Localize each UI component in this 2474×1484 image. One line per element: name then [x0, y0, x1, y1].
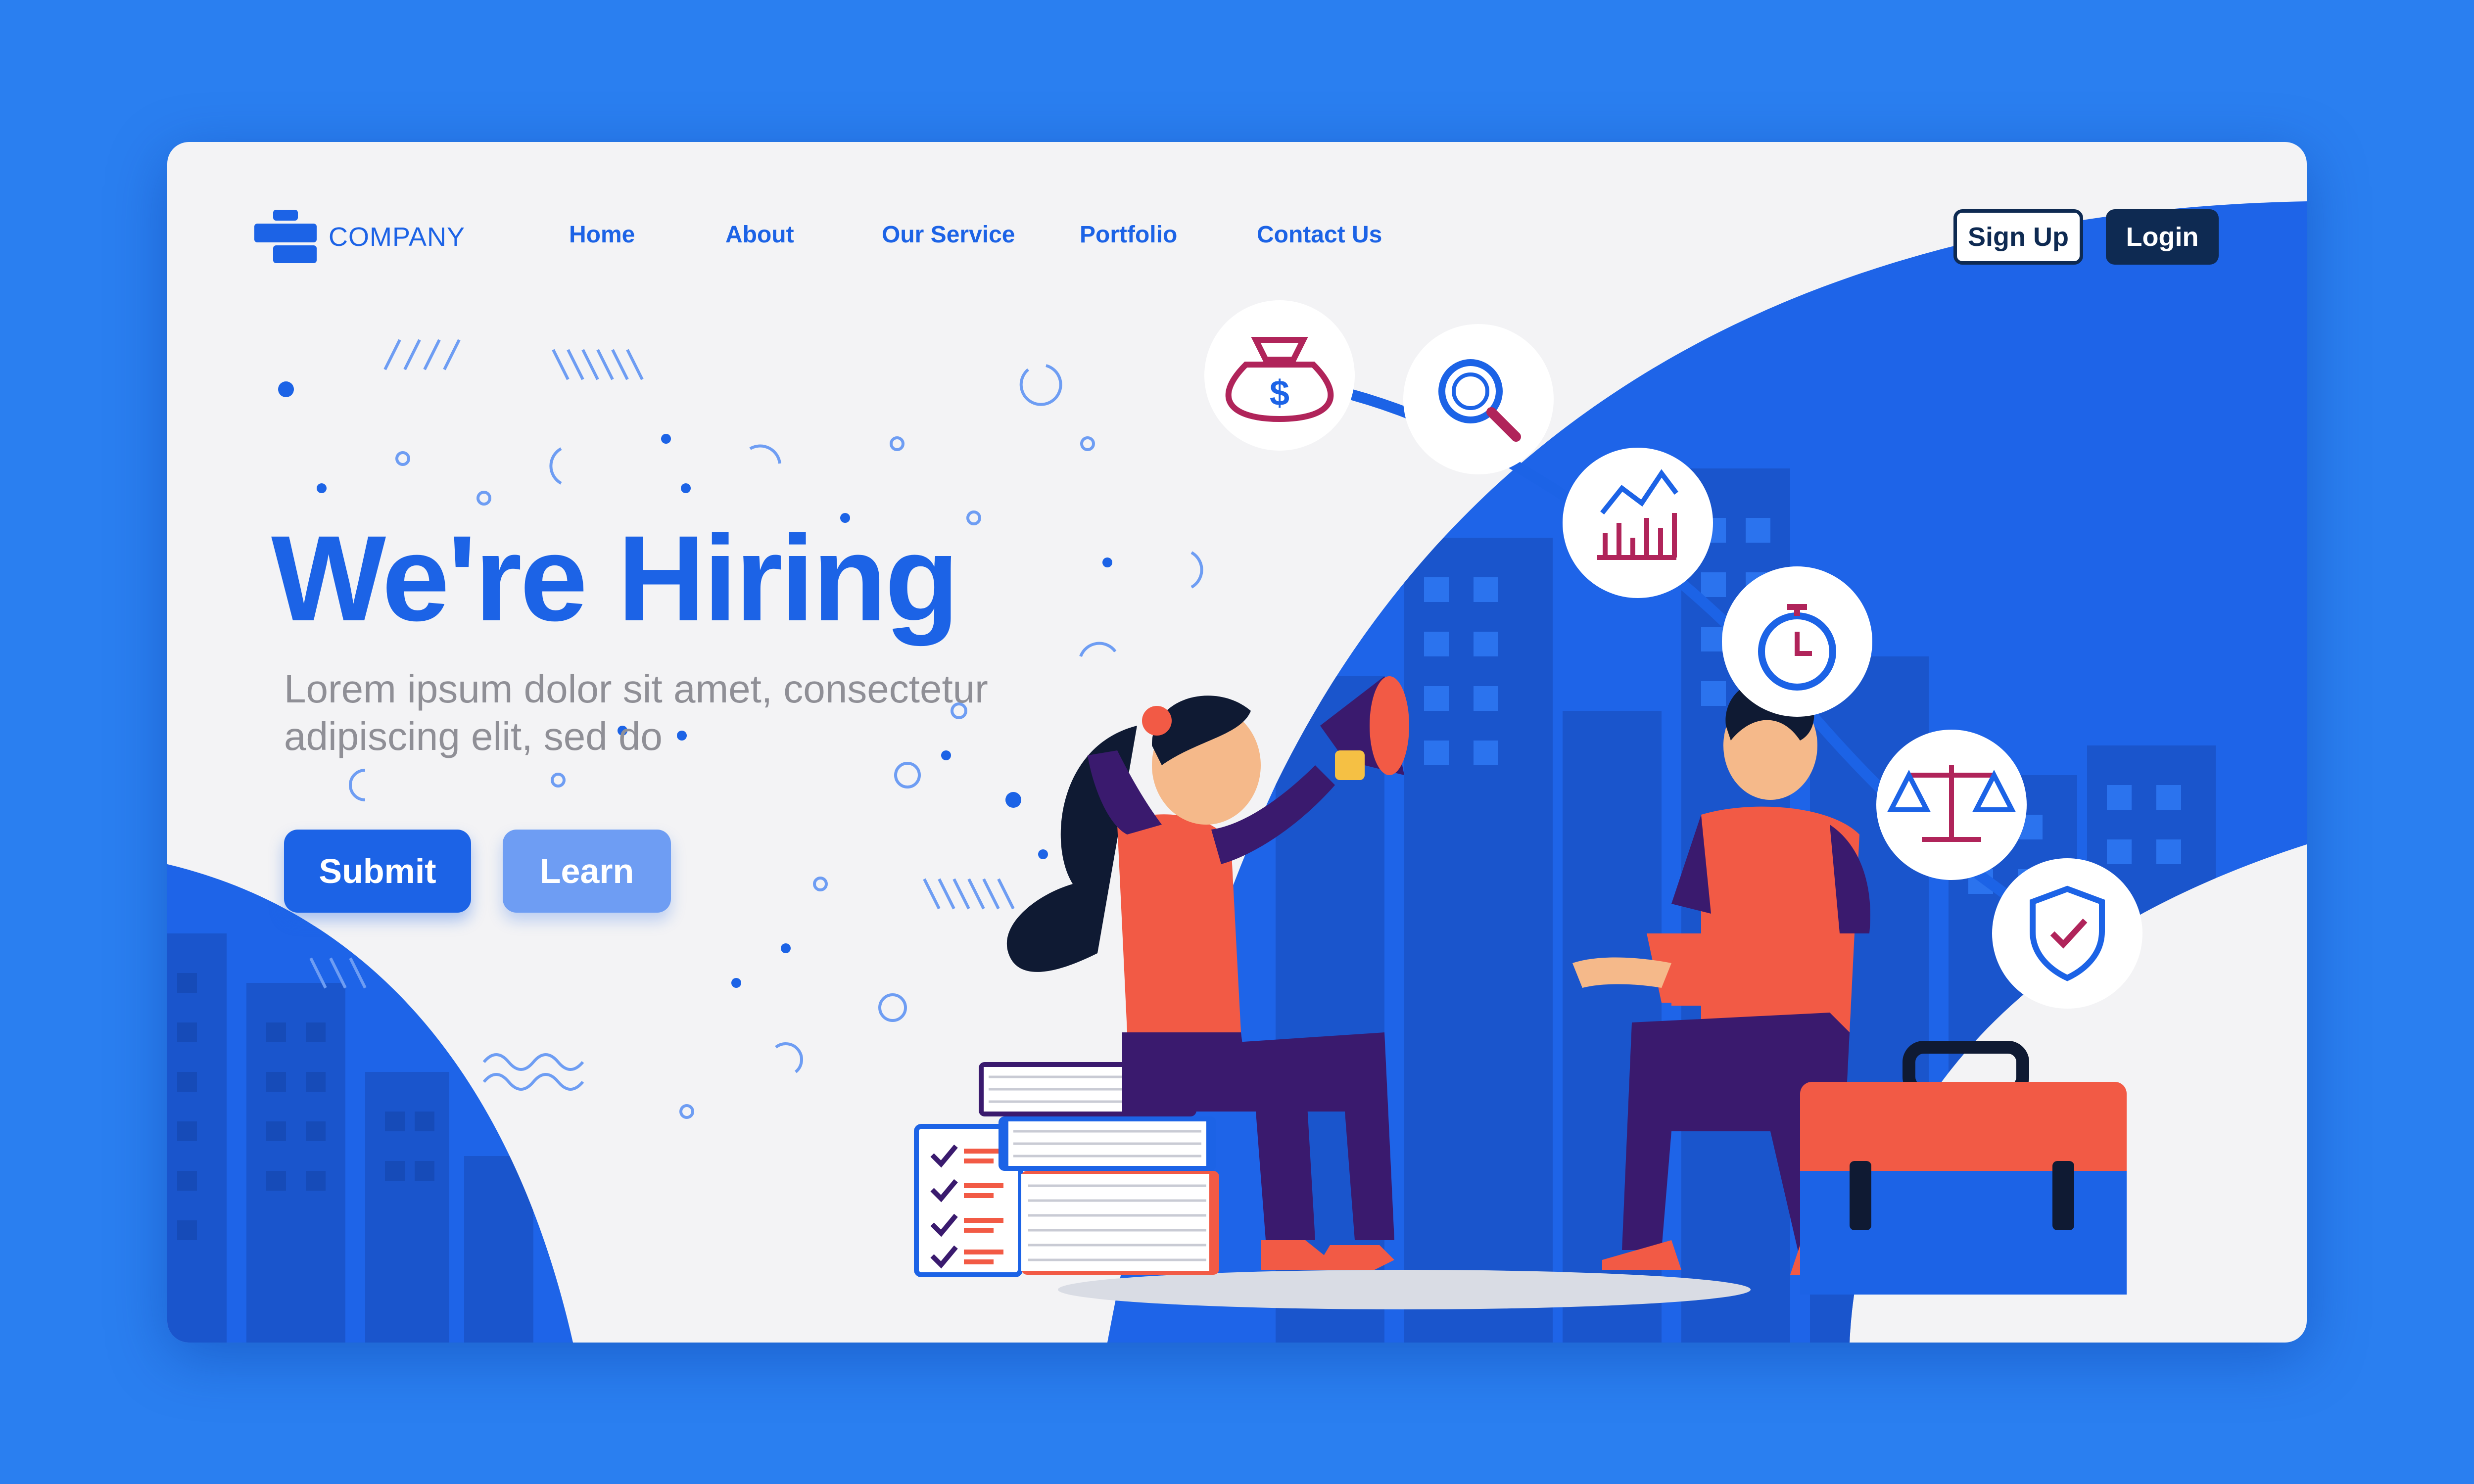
nav-link-about[interactable]: About	[725, 221, 794, 248]
money-bag-icon: $	[1204, 300, 1355, 451]
svg-text:$: $	[1270, 373, 1289, 413]
shield-check-icon	[1992, 858, 2142, 1009]
briefcase-icon	[1800, 1041, 2127, 1295]
company-name: COMPANY	[329, 222, 466, 252]
stopwatch-icon	[1722, 566, 1872, 717]
hero-title: We're Hiring	[271, 510, 959, 647]
hero-subtitle: Lorem ipsum dolor sit amet, consectetur …	[284, 667, 988, 758]
nav-link-home[interactable]: Home	[569, 221, 635, 248]
landing-page-card: $ COMPANY Home About Our Service Portfol…	[167, 142, 2307, 1343]
company-logo[interactable]: COMPANY	[254, 210, 465, 264]
nav-link-portfolio[interactable]: Portfolio	[1080, 221, 1177, 248]
company-logo-icon	[254, 210, 317, 264]
nav-link-contact-us[interactable]: Contact Us	[1257, 221, 1382, 248]
sign-up-button[interactable]: Sign Up	[1953, 209, 2083, 265]
login-button[interactable]: Login	[2106, 209, 2219, 265]
nav-link-our-service[interactable]: Our Service	[882, 221, 1015, 248]
bar-chart-icon	[1563, 448, 1713, 598]
magnifier-icon	[1403, 324, 1554, 474]
balance-scale-icon	[1876, 730, 2027, 880]
submit-button[interactable]: Submit	[284, 830, 471, 913]
learn-button[interactable]: Learn	[503, 830, 671, 913]
